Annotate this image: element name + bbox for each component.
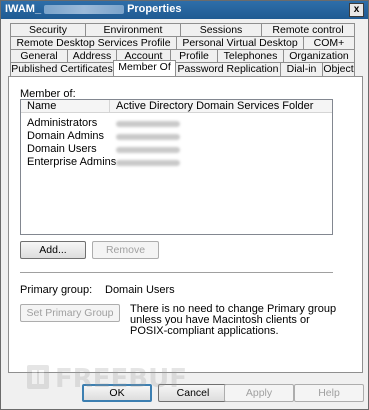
tab-password-replication[interactable]: Password Replication [175, 62, 281, 76]
title-prefix: IWAM_ [5, 3, 42, 15]
group-name: Domain Users [27, 143, 97, 155]
tab-address[interactable]: Address [67, 49, 117, 63]
title-suffix: Properties [127, 3, 182, 15]
watermark-text: FREEBUF [55, 364, 187, 394]
tab-environment[interactable]: Environment [85, 23, 181, 37]
redacted-account-name [44, 4, 125, 14]
column-folder-header[interactable]: Active Directory Domain Services Folder [110, 100, 332, 113]
column-name-header[interactable]: Name [21, 100, 110, 113]
tab-personal-virtual-desktop[interactable]: Personal Virtual Desktop [176, 36, 304, 50]
help-button[interactable]: Help [294, 384, 364, 402]
properties-dialog: IWAM_ Properties x Security Environment S… [0, 0, 369, 410]
tab-security[interactable]: Security [10, 23, 86, 37]
tab-remote-control[interactable]: Remote control [261, 23, 355, 37]
member-of-panel: Member of: Name Active Directory Domain … [8, 76, 363, 373]
close-button[interactable]: x [349, 3, 364, 17]
separator [20, 272, 333, 274]
tab-published-certificates[interactable]: Published Certificates [10, 62, 114, 76]
watermark-logo: FREEBUF [27, 364, 187, 394]
primary-group-note: There is no need to change Primary group… [130, 303, 337, 337]
title-bar[interactable]: IWAM_ Properties x [1, 1, 368, 19]
window-title: IWAM_ Properties [5, 3, 181, 15]
redacted-folder [116, 160, 180, 166]
list-item[interactable]: Domain Users [21, 143, 332, 156]
set-primary-group-button[interactable]: Set Primary Group [20, 304, 120, 322]
tab-member-of[interactable]: Member Of [113, 60, 176, 76]
tab-sessions[interactable]: Sessions [180, 23, 262, 37]
remove-button[interactable]: Remove [92, 241, 159, 259]
tab-organization[interactable]: Organization [283, 49, 355, 63]
list-item[interactable]: Domain Admins [21, 130, 332, 143]
tab-object[interactable]: Object [322, 62, 355, 76]
list-item[interactable]: Administrators [21, 117, 332, 130]
tab-dial-in[interactable]: Dial-in [280, 62, 323, 76]
list-header: Name Active Directory Domain Services Fo… [21, 100, 332, 113]
redacted-folder [116, 134, 180, 140]
redacted-folder [116, 121, 180, 127]
group-name: Administrators [27, 117, 98, 129]
apply-button[interactable]: Apply [224, 384, 294, 402]
member-of-list[interactable]: Name Active Directory Domain Services Fo… [20, 99, 333, 235]
redacted-folder [116, 147, 180, 153]
tab-rds-profile[interactable]: Remote Desktop Services Profile [10, 36, 177, 50]
group-name: Domain Admins [27, 130, 105, 142]
primary-group-value: Domain Users [105, 284, 175, 296]
tab-telephones[interactable]: Telephones [217, 49, 284, 63]
add-button[interactable]: Add... [20, 241, 86, 259]
group-name: Enterprise Admins [27, 156, 117, 168]
tab-general[interactable]: General [10, 49, 68, 63]
list-item[interactable]: Enterprise Admins [21, 156, 332, 169]
tab-com-plus[interactable]: COM+ [303, 36, 355, 50]
primary-group-label: Primary group: [20, 284, 93, 296]
tab-profile[interactable]: Profile [170, 49, 218, 63]
